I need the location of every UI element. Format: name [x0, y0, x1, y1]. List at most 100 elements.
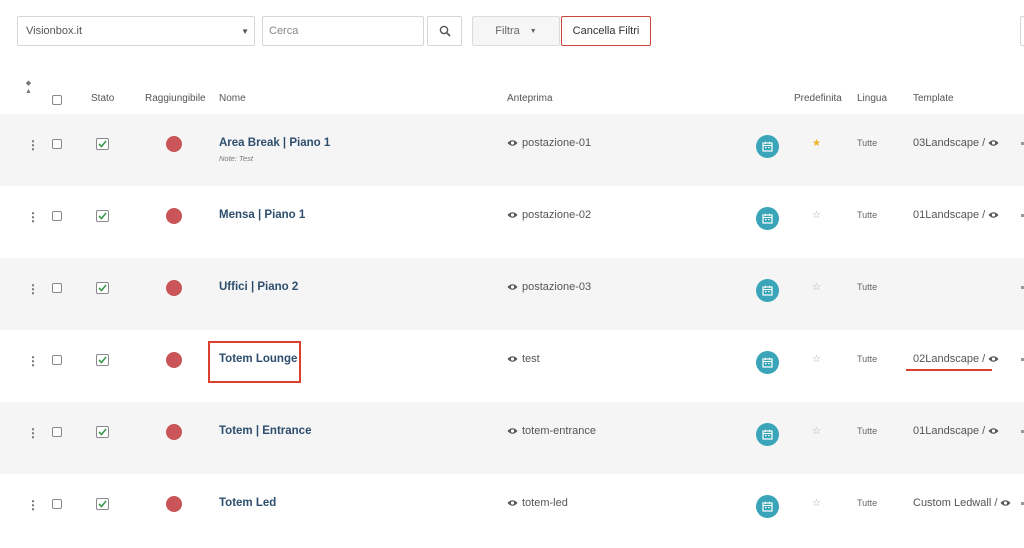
- table-row[interactable]: ⋮ Totem Led totem-led ☆ Tutte Custom Led…: [0, 474, 1024, 546]
- reachable-indicator: [166, 352, 182, 368]
- template-label: Custom Ledwall /: [913, 497, 998, 509]
- reachable-indicator: [166, 496, 182, 512]
- template-value[interactable]: 01Landscape /: [913, 425, 999, 437]
- template-value[interactable]: 02Landscape /: [913, 353, 999, 365]
- template-value[interactable]: Custom Ledwall /: [913, 497, 1011, 509]
- template-value[interactable]: 01Landscape /: [913, 209, 999, 221]
- display-name-link[interactable]: Area Break | Piano 1: [219, 137, 330, 149]
- preview-link[interactable]: postazione-02: [507, 209, 591, 221]
- eye-icon: [507, 500, 518, 506]
- row-checkbox[interactable]: [52, 355, 62, 365]
- kebab-menu-icon[interactable]: ⋮: [27, 282, 39, 296]
- status-checkbox[interactable]: [96, 210, 109, 222]
- schedule-button[interactable]: [756, 207, 779, 230]
- display-name-link[interactable]: Uffici | Piano 2: [219, 281, 298, 293]
- check-icon: [98, 428, 107, 436]
- schedule-button[interactable]: [756, 279, 779, 302]
- kebab-menu-icon[interactable]: ⋮: [27, 210, 39, 224]
- default-star-icon[interactable]: ☆: [812, 354, 821, 365]
- filter-button-label: Filtra: [495, 25, 520, 37]
- row-checkbox[interactable]: [52, 499, 62, 509]
- toolbar-edge-button[interactable]: [1020, 16, 1024, 46]
- default-star-icon[interactable]: ☆: [812, 210, 821, 221]
- display-name-link[interactable]: Mensa | Piano 1: [219, 209, 305, 221]
- eye-icon: [507, 212, 518, 218]
- check-icon: [98, 140, 107, 148]
- eye-icon: [988, 140, 999, 146]
- site-select[interactable]: Visionbox.it ▼: [17, 16, 255, 46]
- check-icon: [98, 500, 107, 508]
- preview-label: totem-entrance: [522, 425, 596, 437]
- eye-icon: [988, 428, 999, 434]
- display-name-link[interactable]: Totem Led: [219, 497, 276, 509]
- schedule-button[interactable]: [756, 495, 779, 518]
- status-checkbox[interactable]: [96, 498, 109, 510]
- language-value: Tutte: [857, 426, 878, 436]
- table-row[interactable]: ⋮ Totem Lounge test ☆ Tutte 02Landscape …: [0, 330, 1024, 402]
- schedule-button[interactable]: [756, 135, 779, 158]
- clear-filters-button[interactable]: Cancella Filtri: [561, 16, 651, 46]
- default-star-icon[interactable]: ★: [812, 138, 821, 149]
- kebab-menu-icon[interactable]: ⋮: [27, 498, 39, 512]
- language-value: Tutte: [857, 210, 878, 220]
- table-row[interactable]: ⋮ Totem | Entrance totem-entrance ☆ Tutt…: [0, 402, 1024, 474]
- schedule-button[interactable]: [756, 351, 779, 374]
- search-input[interactable]: [262, 16, 424, 46]
- chevron-down-icon: ▼: [529, 27, 537, 35]
- col-stato[interactable]: Stato: [91, 93, 114, 104]
- preview-link[interactable]: postazione-03: [507, 281, 591, 293]
- template-value[interactable]: 03Landscape /: [913, 137, 999, 149]
- row-checkbox[interactable]: [52, 283, 62, 293]
- eye-icon: [988, 356, 999, 362]
- col-nome[interactable]: Nome: [219, 93, 246, 104]
- status-checkbox[interactable]: [96, 138, 109, 150]
- kebab-menu-icon[interactable]: ⋮: [27, 354, 39, 368]
- eye-icon: [1000, 500, 1011, 506]
- toolbar: Visionbox.it ▼ Filtra ▼ Cancella Filtri: [0, 0, 1024, 62]
- language-value: Tutte: [857, 138, 878, 148]
- kebab-menu-icon[interactable]: ⋮: [27, 426, 39, 440]
- preview-label: test: [522, 353, 540, 365]
- default-star-icon[interactable]: ☆: [812, 282, 821, 293]
- preview-link[interactable]: totem-led: [507, 497, 568, 509]
- table-row[interactable]: ⋮ Area Break | Piano 1 Note: Test postazi…: [0, 114, 1024, 186]
- calendar-icon: [762, 285, 773, 296]
- eye-icon: [507, 428, 518, 434]
- select-all-checkbox[interactable]: [52, 95, 62, 105]
- row-checkbox[interactable]: [52, 139, 62, 149]
- col-anteprima[interactable]: Anteprima: [507, 93, 553, 104]
- row-checkbox[interactable]: [52, 427, 62, 437]
- table-row[interactable]: ⋮ Uffici | Piano 2 postazione-03 ☆ Tutte: [0, 258, 1024, 330]
- default-star-icon[interactable]: ☆: [812, 498, 821, 509]
- template-label: 01Landscape /: [913, 425, 986, 437]
- search-button[interactable]: [427, 16, 462, 46]
- calendar-icon: [762, 141, 773, 152]
- display-name-link[interactable]: Totem | Entrance: [219, 425, 311, 437]
- display-note: Note: Test: [219, 154, 253, 163]
- preview-link[interactable]: totem-entrance: [507, 425, 596, 437]
- row-checkbox[interactable]: [52, 211, 62, 221]
- language-value: Tutte: [857, 498, 878, 508]
- status-checkbox[interactable]: [96, 282, 109, 294]
- sort-icon[interactable]: ◆ ▲: [25, 80, 32, 96]
- clear-filters-label: Cancella Filtri: [572, 25, 640, 37]
- schedule-button[interactable]: [756, 423, 779, 446]
- preview-label: totem-led: [522, 497, 568, 509]
- filter-button[interactable]: Filtra ▼: [472, 16, 560, 46]
- check-icon: [98, 284, 107, 292]
- col-raggiungibile[interactable]: Raggiungibile: [145, 93, 206, 104]
- reachable-indicator: [166, 208, 182, 224]
- preview-link[interactable]: test: [507, 353, 540, 365]
- calendar-icon: [762, 429, 773, 440]
- col-predefinita[interactable]: Predefinita: [794, 93, 842, 104]
- default-star-icon[interactable]: ☆: [812, 426, 821, 437]
- preview-link[interactable]: postazione-01: [507, 137, 591, 149]
- status-checkbox[interactable]: [96, 354, 109, 366]
- table-row[interactable]: ⋮ Mensa | Piano 1 postazione-02 ☆ Tutte …: [0, 186, 1024, 258]
- template-label: 01Landscape /: [913, 209, 986, 221]
- table-header: ◆ ▲ Stato Raggiungibile Nome Anteprima Pr…: [0, 62, 1024, 114]
- col-lingua[interactable]: Lingua: [857, 93, 887, 104]
- col-template[interactable]: Template: [913, 93, 954, 104]
- status-checkbox[interactable]: [96, 426, 109, 438]
- kebab-menu-icon[interactable]: ⋮: [27, 138, 39, 152]
